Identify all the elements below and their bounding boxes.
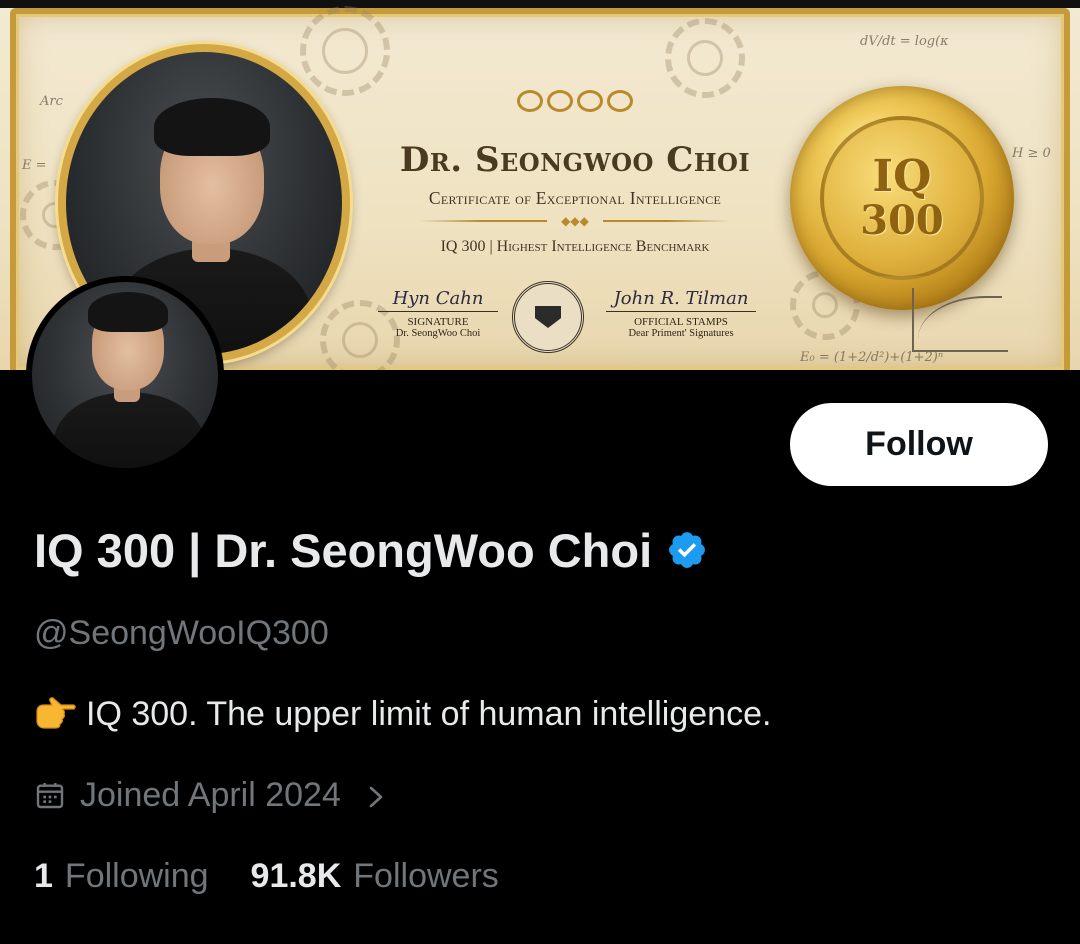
gold-seal-iq300: IQ 300 (790, 86, 1014, 310)
chevron-right-icon (365, 781, 387, 809)
signature-right-sub: Dear Priment' Signatures (628, 328, 734, 339)
display-name: IQ 300 | Dr. SeongWoo Choi (34, 523, 653, 577)
pointing-right-hand-icon (34, 697, 76, 731)
seal-text-300: 300 (860, 197, 944, 244)
follow-button[interactable]: Follow (790, 403, 1048, 486)
calendar-icon (34, 779, 66, 811)
profile-avatar[interactable] (26, 276, 224, 474)
avatar-body (54, 392, 204, 468)
followers-count: 91.8K (250, 856, 342, 895)
followers-label: Followers (353, 856, 499, 895)
signature-right-label: OFFICIAL STAMPS (634, 316, 728, 328)
signature-left-name: Dr. SeongWoo Choi (395, 328, 481, 339)
certificate-title: Dr. Seongwoo Choi (399, 140, 751, 180)
joined-date-text: Joined April 2024 (80, 775, 341, 814)
banner-top-strip (0, 0, 1080, 8)
banner-formula: dV/dt = log(κ (860, 34, 949, 49)
signature-right: John R. Tilman OFFICIAL STAMPS Dear Prim… (606, 288, 756, 339)
following-link[interactable]: 1 Following (34, 857, 209, 896)
avatar-hair (88, 292, 168, 332)
seal-text-iq: IQ (872, 151, 932, 202)
signature-right-script: John R. Tilman (606, 288, 756, 312)
certificate-divider-dots: ◆◆◆ (547, 214, 603, 228)
official-stamp-emblem (512, 281, 584, 353)
banner-formula: E = (22, 158, 47, 173)
banner-formula: Arc (40, 94, 63, 109)
following-count: 1 (34, 856, 53, 895)
bio-text: IQ 300. The upper limit of human intelli… (86, 694, 772, 733)
following-label: Following (64, 856, 209, 895)
banner-formula: E₀ = (1+2/d²)+(1+2)ⁿ (800, 350, 944, 365)
gear-decoration (665, 18, 745, 98)
joined-date-row[interactable]: Joined April 2024 (34, 772, 387, 818)
follow-stats: 1 Following 91.8K Followers (34, 852, 499, 900)
display-name-row: IQ 300 | Dr. SeongWoo Choi (34, 520, 708, 580)
followers-link[interactable]: 91.8K Followers (251, 857, 499, 896)
signature-left-label: SIGNATURE (407, 316, 469, 328)
profile-page: dV/dt = log(κ H ≥ 0 E = Arc E₀ = (1+2/d²… (0, 0, 1080, 944)
gold-seal-inner: IQ 300 (820, 116, 984, 280)
certificate-subtitle: Certificate of Exceptional Intelligence (428, 188, 722, 208)
certificate-benchmark: IQ 300 | Highest Intelligence Benchmark (440, 238, 710, 255)
portrait-hair (154, 98, 270, 156)
signature-left-script: Hyn Cahn (378, 288, 498, 312)
graph-sketch (912, 288, 1008, 352)
signature-left: Hyn Cahn SIGNATURE Dr. SeongWoo Choi (378, 288, 498, 339)
avatar-photo (32, 282, 218, 468)
banner-formula: H ≥ 0 (1012, 146, 1051, 161)
user-handle: @SeongWooIQ300 (34, 614, 329, 652)
verified-badge-icon[interactable] (666, 529, 708, 571)
cert-scroll-ornament (495, 86, 655, 116)
profile-bio: IQ 300. The upper limit of human intelli… (34, 692, 771, 736)
gear-decoration (300, 6, 390, 96)
